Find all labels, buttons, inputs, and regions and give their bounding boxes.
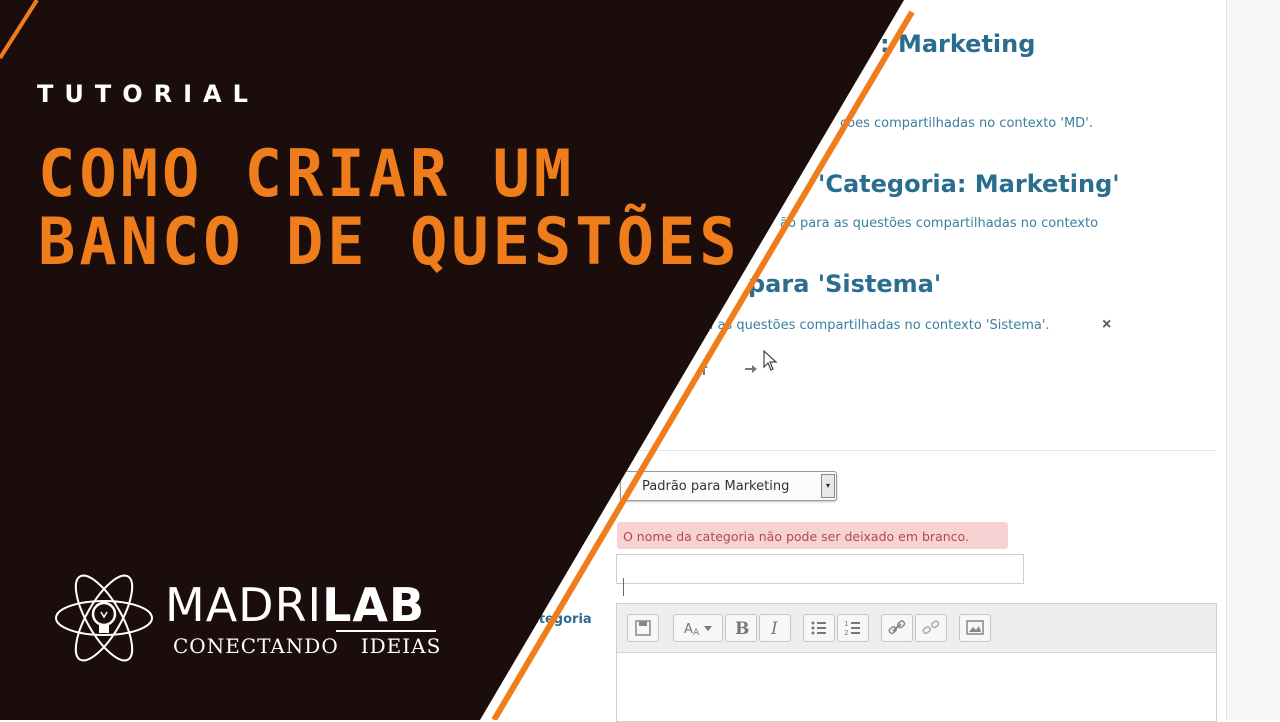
brand-tagline: CONECTANDO IDEIAS xyxy=(173,634,441,658)
video-title-line-1: COMO CRIAR UM xyxy=(38,135,576,212)
brand-madri: MADRI xyxy=(165,578,323,632)
brand-divider xyxy=(336,630,436,632)
tutorial-overlay: TUTORIAL COMO CRIAR UM BANCO DE QUESTÕES… xyxy=(0,0,1280,720)
atom-lightbulb-logo-icon xyxy=(52,570,156,671)
tagline-conectando: CONECTANDO xyxy=(173,634,339,658)
tagline-ideias: IDEIAS xyxy=(360,634,442,658)
video-title-line-2: BANCO DE QUESTÕES xyxy=(38,203,741,280)
brand-wordmark: MADRILAB xyxy=(165,578,425,632)
tutorial-kicker: TUTORIAL xyxy=(37,80,259,108)
brand-lab: LAB xyxy=(322,578,426,632)
